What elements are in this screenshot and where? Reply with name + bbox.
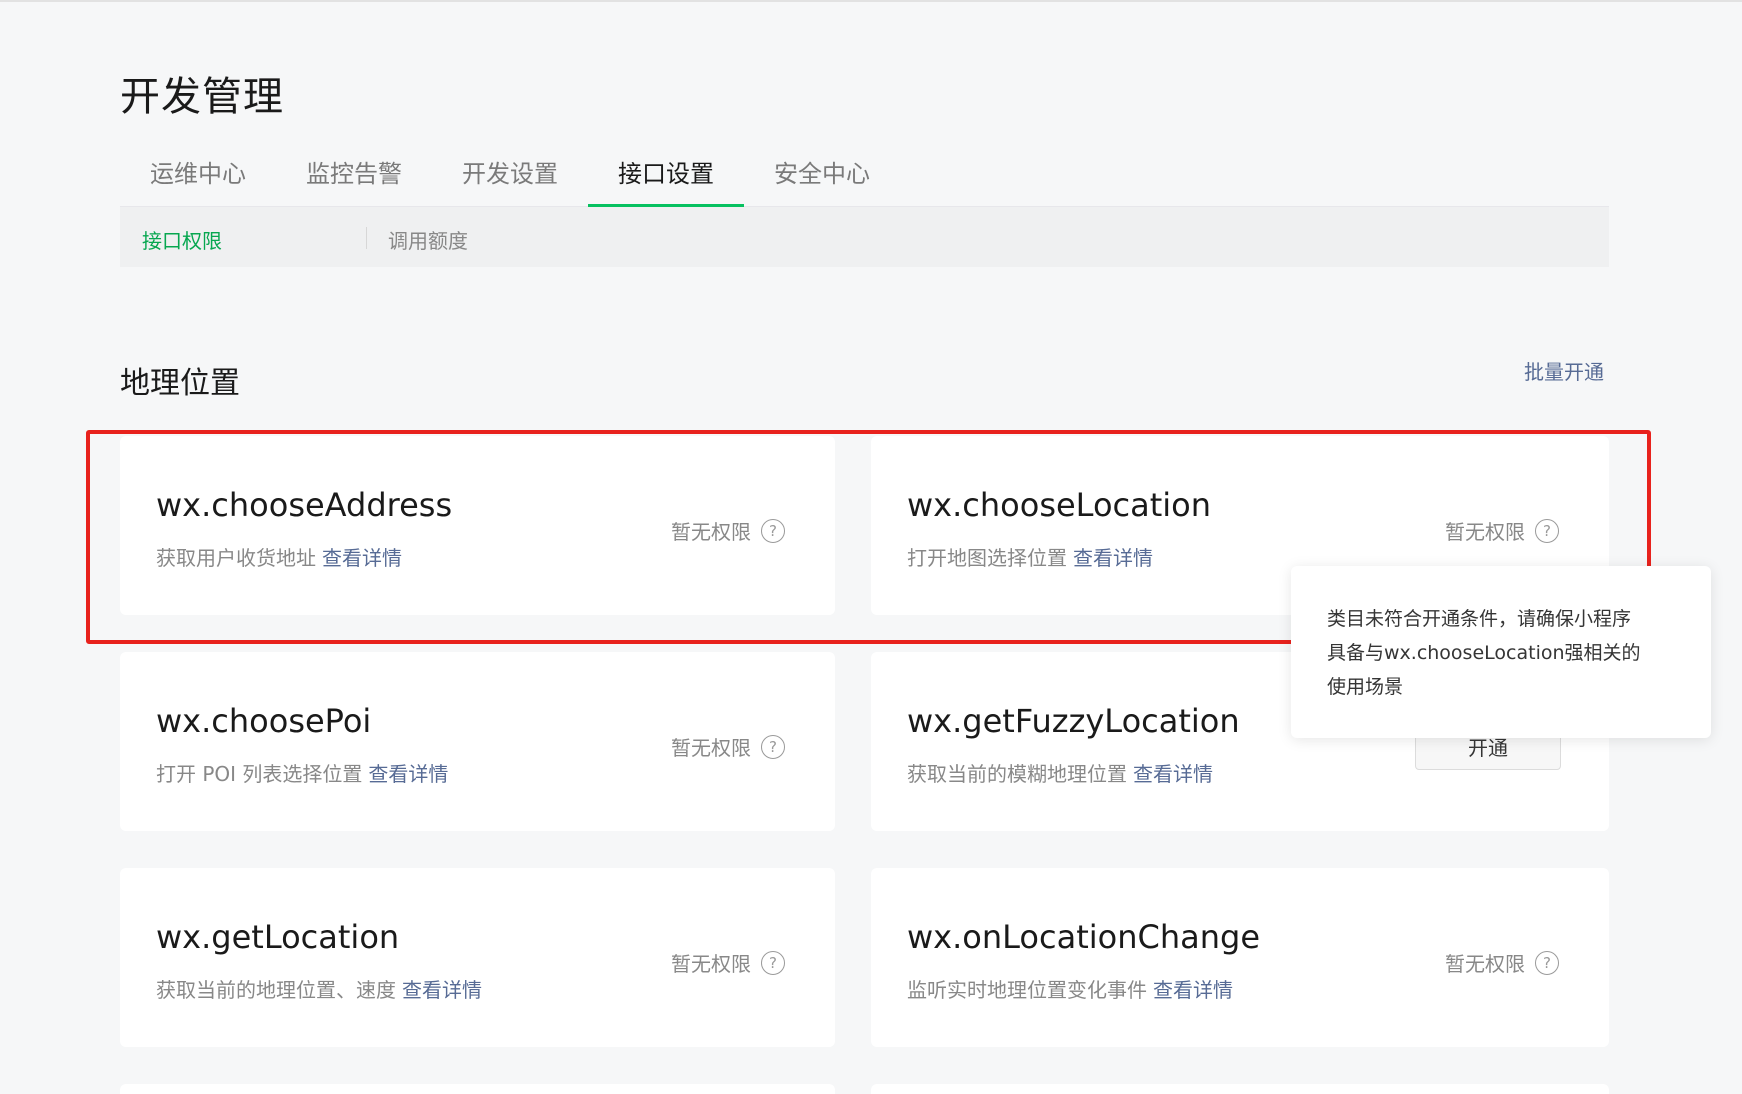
- view-details-link[interactable]: 查看详情: [1153, 978, 1233, 1002]
- tooltip-arrow: [1491, 556, 1511, 566]
- api-description: 获取用户收货地址 查看详情: [156, 542, 402, 571]
- tab-monitoring-alerts[interactable]: 监控告警: [306, 154, 402, 206]
- api-description-text: 获取当前的地理位置、速度: [156, 978, 396, 1002]
- api-name: wx.chooseAddress: [156, 486, 453, 524]
- tab-dev-settings[interactable]: 开发设置: [462, 154, 558, 206]
- api-card-choose-address: wx.chooseAddress 获取用户收货地址 查看详情 暂无权限 ?: [120, 436, 835, 615]
- api-card-choose-poi: wx.choosePoi 打开 POI 列表选择位置 查看详情 暂无权限 ?: [120, 652, 835, 831]
- api-description-text: 获取当前的模糊地理位置: [907, 762, 1127, 786]
- api-card-partial: [871, 1084, 1609, 1094]
- main-tabs: 运维中心 监控告警 开发设置 接口设置 安全中心: [120, 154, 1609, 207]
- tooltip-line: 类目未符合开通条件，请确保小程序: [1327, 608, 1632, 630]
- api-name: wx.choosePoi: [156, 702, 372, 740]
- help-icon[interactable]: ?: [1535, 518, 1559, 543]
- help-icon[interactable]: ?: [761, 950, 785, 975]
- api-description-text: 监听实时地理位置变化事件: [907, 978, 1147, 1002]
- subnav-call-quota[interactable]: 调用额度: [388, 225, 468, 254]
- api-name: wx.getLocation: [156, 918, 400, 956]
- api-card-partial: [120, 1084, 835, 1094]
- api-description: 监听实时地理位置变化事件 查看详情: [907, 974, 1233, 1003]
- help-icon[interactable]: ?: [1535, 950, 1559, 975]
- help-icon[interactable]: ?: [761, 518, 785, 543]
- subnav-api-permissions[interactable]: 接口权限: [142, 225, 222, 254]
- status-text: 暂无权限: [671, 736, 751, 760]
- api-card-get-location: wx.getLocation 获取当前的地理位置、速度 查看详情 暂无权限 ?: [120, 868, 835, 1047]
- api-name: wx.onLocationChange: [907, 918, 1260, 956]
- view-details-link[interactable]: 查看详情: [1073, 546, 1153, 570]
- permission-status: 暂无权限 ?: [1445, 516, 1559, 545]
- permission-status: 暂无权限 ?: [671, 732, 785, 761]
- tooltip-line: 具备与wx.chooseLocation强相关的: [1327, 642, 1641, 664]
- api-name: wx.chooseLocation: [907, 486, 1212, 524]
- api-name: wx.getFuzzyLocation: [907, 702, 1240, 740]
- permission-status: 暂无权限 ?: [671, 948, 785, 977]
- subnav: 接口权限 调用额度: [120, 207, 1609, 267]
- status-text: 暂无权限: [1445, 952, 1525, 976]
- view-details-link[interactable]: 查看详情: [402, 978, 482, 1002]
- permission-status: 暂无权限 ?: [671, 516, 785, 545]
- view-details-link[interactable]: 查看详情: [322, 546, 402, 570]
- tab-api-settings[interactable]: 接口设置: [588, 154, 744, 207]
- api-description: 打开地图选择位置 查看详情: [907, 542, 1153, 571]
- api-description: 获取当前的模糊地理位置 查看详情: [907, 758, 1213, 787]
- tooltip-line: 使用场景: [1327, 676, 1404, 698]
- api-card-on-location-change: wx.onLocationChange 监听实时地理位置变化事件 查看详情 暂无权…: [871, 868, 1609, 1047]
- api-description-text: 获取用户收货地址: [156, 546, 316, 570]
- tab-security-center[interactable]: 安全中心: [774, 154, 870, 206]
- view-details-link[interactable]: 查看详情: [368, 762, 448, 786]
- status-text: 暂无权限: [1445, 520, 1525, 544]
- top-border: [0, 0, 1742, 2]
- permission-status: 暂无权限 ?: [1445, 948, 1559, 977]
- api-description-text: 打开地图选择位置: [907, 546, 1067, 570]
- permission-tooltip: 类目未符合开通条件，请确保小程序 具备与wx.chooseLocation强相关…: [1291, 566, 1711, 738]
- api-description: 获取当前的地理位置、速度 查看详情: [156, 974, 482, 1003]
- batch-enable-link[interactable]: 批量开通: [1524, 356, 1604, 385]
- view-details-link[interactable]: 查看详情: [1133, 762, 1213, 786]
- status-text: 暂无权限: [671, 952, 751, 976]
- subnav-divider: [366, 227, 367, 249]
- help-icon[interactable]: ?: [761, 734, 785, 759]
- page-title: 开发管理: [120, 74, 284, 120]
- api-description-text: 打开 POI 列表选择位置: [156, 762, 363, 786]
- section-title: 地理位置: [120, 366, 240, 401]
- api-description: 打开 POI 列表选择位置 查看详情: [156, 758, 448, 787]
- status-text: 暂无权限: [671, 520, 751, 544]
- tab-ops-center[interactable]: 运维中心: [150, 154, 246, 206]
